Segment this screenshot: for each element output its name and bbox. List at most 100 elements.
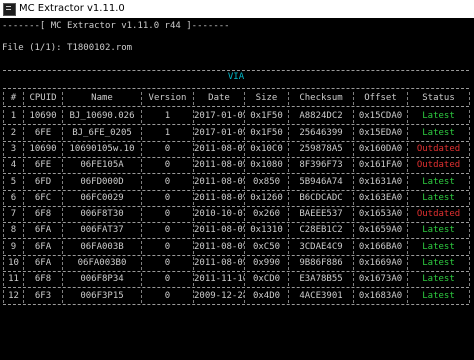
cell-offset: 0x1653A0 — [358, 209, 403, 220]
column-header-status: Status — [422, 93, 455, 103]
column-separator — [469, 142, 471, 156]
cell-status: Latest — [422, 176, 455, 187]
cell-version: 0 — [164, 274, 171, 285]
cell-offset: 0x163EA0 — [358, 192, 403, 203]
column-separator — [469, 208, 471, 222]
column-header-name: Name — [91, 93, 113, 103]
column-separator — [469, 273, 471, 287]
cell-date: 2011-08-09 — [194, 258, 244, 268]
cell-checksum: 8F396F73 — [299, 160, 343, 171]
cell-num: 5 — [10, 176, 17, 187]
cell-cpuid: 6FE — [34, 127, 52, 138]
cell-size: 0x1260 — [250, 192, 283, 203]
table-row: 3 10690 10690105w.10 0 2011-08-09 0x10C0 25987… — [3, 142, 471, 156]
cell-version: 0 — [164, 290, 171, 301]
column-header-offset: Offset — [364, 93, 397, 103]
cell-offset: 0x1669A0 — [358, 258, 403, 268]
cell-name: 06FD000D — [80, 176, 124, 187]
cell-name: 06FE105A — [80, 160, 124, 171]
table-row: 6 6FC 06FC0029 0 2011-08-09 0x1260 B6CDCADC 0x1… — [3, 191, 470, 205]
cell-offset: 0x15CDA0 — [358, 111, 403, 122]
cell-date: 2017-01-09 — [194, 127, 244, 138]
cell-num: 10 — [8, 258, 19, 268]
cell-offset: 0x15EDA0 — [358, 127, 403, 138]
cell-date: 2011-08-09 — [194, 160, 244, 171]
cell-num: 6 — [10, 192, 17, 203]
table-header-row: # CPUID Name Version Date Size Checksum Offset S… — [3, 92, 471, 105]
table-row: 2 6FE BJ_6FE_0205 1 2017-01-09 0x1F50 25646399… — [3, 126, 471, 140]
cell-status: Latest — [422, 111, 455, 122]
cell-date: 2011-08-09 — [194, 225, 244, 236]
cell-name: BJ_6FE_0205 — [72, 127, 132, 138]
cell-version: 0 — [164, 143, 171, 154]
cell-version: 0 — [164, 176, 171, 187]
cell-version: 0 — [164, 192, 171, 203]
cell-size: 0x260 — [252, 209, 281, 220]
cell-checksum: B6CDCADC — [299, 192, 343, 203]
column-separator — [469, 126, 471, 140]
column-separator — [469, 159, 471, 173]
column-separator — [469, 110, 471, 124]
row-divider — [3, 205, 469, 207]
cell-date: 2011-08-09 — [194, 192, 244, 203]
column-separator — [469, 224, 471, 238]
cell-size: 0x4D0 — [252, 290, 281, 301]
cell-size: 0x1F50 — [250, 127, 283, 138]
cell-version: 0 — [164, 241, 171, 252]
row-divider — [3, 156, 469, 158]
cell-offset: 0x160DA0 — [358, 143, 403, 154]
cell-cpuid: 6FE — [34, 160, 52, 171]
cell-num: 4 — [10, 160, 17, 171]
cell-date: 2011-08-09 — [194, 241, 244, 252]
column-header-num: # — [10, 93, 17, 103]
row-divider — [3, 238, 469, 240]
row-divider — [3, 287, 469, 289]
column-separator — [469, 175, 471, 189]
column-header-date: Date — [208, 93, 230, 103]
cell-cpuid: 6FD — [34, 176, 52, 187]
banner-line: -------[ MC Extractor v1.11.0 r44 ]-----… — [2, 21, 230, 31]
table-row: 11 6F8 006F8P34 0 2011-11-16 0xCD0 E3A78B55 0x1… — [3, 273, 471, 287]
cell-cpuid: 6FC — [34, 192, 52, 203]
column-separator — [469, 92, 471, 105]
cell-status: Latest — [422, 241, 455, 252]
table-row: 4 6FE 06FE105A 0 2011-08-09 0x1080 8F396F73 0x1… — [3, 159, 471, 173]
cell-offset: 0x1659A0 — [358, 225, 403, 236]
cell-date: 2009-12-28 — [194, 290, 244, 301]
console-app-icon — [3, 3, 16, 16]
table-title: VIA — [227, 72, 245, 82]
cell-name: BJ_10690.026 — [69, 111, 135, 122]
row-divider — [3, 254, 469, 256]
cell-cpuid: 6FA — [34, 225, 52, 236]
cell-offset: 0x1631A0 — [358, 176, 403, 187]
cell-size: 0xCD0 — [252, 274, 281, 285]
file-line: File (1/1): T1800102.rom — [2, 43, 133, 53]
cell-cpuid: 6FA — [34, 241, 52, 252]
cell-size: 0x1310 — [250, 225, 283, 236]
column-header-checksum: Checksum — [299, 93, 343, 103]
cell-offset: 0x1673A0 — [358, 274, 403, 285]
cell-name: 10690105w.10 — [69, 143, 135, 154]
cell-cpuid: 6F8 — [34, 274, 52, 285]
cell-status: Outdated — [416, 209, 461, 220]
cell-size: 0x1080 — [250, 160, 283, 171]
cell-version: 1 — [164, 111, 171, 122]
cell-status: Latest — [422, 274, 455, 285]
cell-name: 006F8T30 — [80, 209, 124, 220]
cell-checksum: 5B946A74 — [299, 176, 343, 187]
row-divider — [3, 124, 469, 126]
cell-checksum: E3A78B55 — [299, 274, 343, 285]
table-row: 7 6F8 006F8T30 0 2010-10-07 0x260 BAEEE537 0x16… — [3, 208, 471, 222]
cell-size: 0xC50 — [252, 241, 281, 252]
cell-checksum: 9B86F886 — [299, 258, 343, 268]
cell-date: 2011-08-09 — [194, 143, 244, 154]
cell-checksum: 259878A5 — [299, 143, 343, 154]
cell-status: Latest — [422, 192, 455, 203]
cell-offset: 0x166BA0 — [358, 241, 403, 252]
cell-version: 0 — [164, 209, 171, 220]
cell-status: Latest — [422, 225, 455, 236]
cell-date: 2010-10-07 — [194, 209, 244, 220]
cell-status: Outdated — [416, 160, 461, 171]
cell-name: 06FA003B0 — [77, 258, 127, 268]
cell-status: Outdated — [416, 143, 461, 154]
